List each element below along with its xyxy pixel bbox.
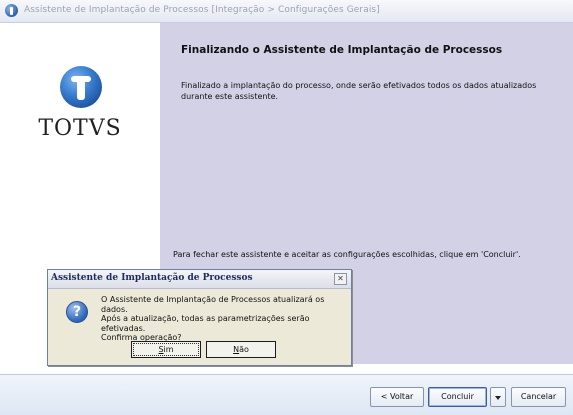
finish-dropdown-button[interactable] bbox=[490, 387, 506, 407]
close-instruction-text: Para fechar este assistente e aceitar as… bbox=[173, 250, 521, 259]
back-button[interactable]: < Voltar bbox=[370, 387, 424, 407]
yes-label: im bbox=[163, 345, 174, 354]
totvs-globe-icon bbox=[60, 66, 102, 108]
no-button[interactable]: Não bbox=[206, 341, 276, 358]
dialog-message: O Assistente de Implantação de Processos… bbox=[101, 295, 341, 343]
finish-button[interactable]: Concluir bbox=[428, 387, 487, 407]
dialog-title-bar: Assistente de Implantação de Processos ✕ bbox=[48, 270, 351, 289]
close-icon[interactable]: ✕ bbox=[334, 273, 347, 285]
dialog-message-line: Após a atualização, todas as parametriza… bbox=[101, 314, 310, 333]
yes-button[interactable]: Sim bbox=[131, 341, 201, 358]
description-text: Finalizado a implantação do processo, on… bbox=[181, 81, 537, 101]
button-bar: < Voltar Concluir Cancelar bbox=[0, 374, 573, 415]
question-icon: ? bbox=[66, 301, 88, 323]
no-label: ão bbox=[239, 345, 249, 354]
chevron-down-icon bbox=[495, 396, 501, 400]
dialog-title: Assistente de Implantação de Processos bbox=[51, 273, 253, 283]
cancel-button[interactable]: Cancelar bbox=[511, 387, 566, 407]
app-icon bbox=[5, 4, 18, 17]
window-title: Assistente de Implantação de Processos [… bbox=[24, 5, 380, 15]
confirm-dialog: Assistente de Implantação de Processos ✕… bbox=[47, 269, 352, 366]
wizard-window: Assistente de Implantação de Processos [… bbox=[0, 0, 573, 415]
logo-wordmark: TOTVS bbox=[38, 116, 122, 141]
page-title: Finalizando o Assistente de Implantação … bbox=[181, 44, 503, 56]
dialog-message-line: O Assistente de Implantação de Processos… bbox=[101, 295, 325, 314]
title-bar: Assistente de Implantação de Processos [… bbox=[0, 0, 573, 23]
totvs-logo: TOTVS bbox=[30, 56, 130, 156]
